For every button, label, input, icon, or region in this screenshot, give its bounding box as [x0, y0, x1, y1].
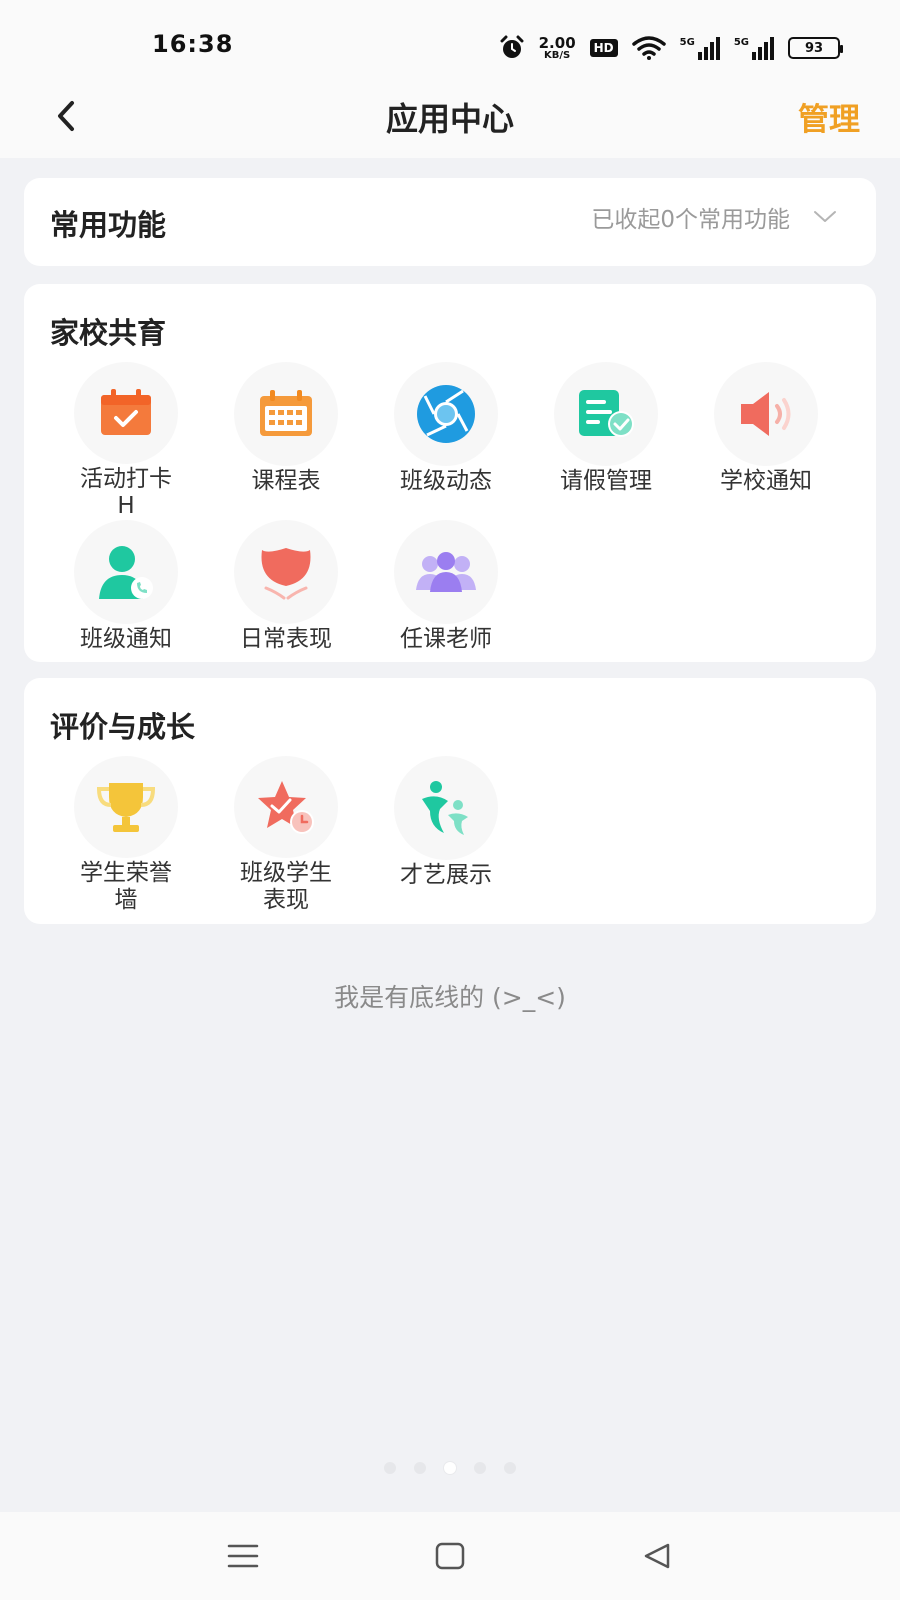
trophy-icon [96, 783, 156, 832]
app-subject-teachers[interactable]: 任课老师 [366, 520, 526, 678]
timetable-calendar-icon [260, 390, 312, 436]
evaluation-growth-apps: 学生荣誉 墙 班级学生 表现 才艺展示 [46, 756, 846, 914]
evaluation-growth-title: 评价与成长 [50, 710, 196, 744]
app-label: 才艺展示 [400, 862, 492, 888]
checkin-calendar-icon [101, 389, 151, 435]
back-button[interactable] [42, 92, 90, 140]
cellular-signal-1-icon: 5G [680, 36, 720, 60]
app-class-student-performance[interactable]: 班级学生 表现 [206, 756, 366, 914]
star-clock-icon [258, 781, 314, 834]
back-nav-button[interactable] [627, 1531, 687, 1581]
status-icons: 2.00 KB/S HD 5G 5G 93 [499, 30, 843, 66]
app-label: 学生荣誉 墙 [80, 860, 172, 913]
app-label: 学校通知 [720, 468, 812, 494]
camera-shutter-icon [417, 385, 475, 443]
app-talent-show[interactable]: 才艺展示 [366, 756, 526, 914]
chevron-left-icon [58, 101, 74, 131]
speaker-icon [741, 392, 791, 436]
home-square-icon [435, 1542, 465, 1570]
app-daily-performance[interactable]: 日常表现 [206, 520, 366, 678]
common-functions-card: 常用功能 已收起0个常用功能 [24, 178, 876, 266]
status-time: 16:38 [152, 30, 234, 58]
hd-voice-badge: HD [589, 39, 618, 57]
app-label: 班级学生 表现 [240, 860, 332, 913]
home-school-section: 家校共育 活动打卡 H 课程表 班级动态 请假管理 学校通知 班级通知 日常表现… [24, 284, 876, 662]
common-functions-status: 已收起0个常用功能 [591, 207, 790, 233]
lotus-icon [261, 548, 311, 600]
page-title: 应用中心 [385, 100, 514, 138]
battery-level: 93 [804, 40, 824, 56]
page-dot [414, 1462, 426, 1474]
app-label: 任课老师 [400, 626, 492, 652]
app-leave-management[interactable]: 请假管理 [526, 362, 686, 520]
battery-icon: 93 [788, 37, 843, 59]
app-label: 班级通知 [80, 626, 172, 652]
app-label: 班级动态 [400, 468, 492, 494]
manage-button[interactable]: 管理 [798, 94, 860, 139]
app-class-notice[interactable]: 班级通知 [46, 520, 206, 678]
back-triangle-icon [644, 1543, 669, 1569]
menu-button[interactable] [213, 1531, 273, 1581]
teachers-group-icon [416, 552, 476, 592]
page-dot [474, 1462, 486, 1474]
common-functions-toggle[interactable]: 已收起0个常用功能 [591, 200, 838, 234]
network-speed: 2.00 KB/S [538, 33, 576, 61]
home-school-title: 家校共育 [50, 316, 167, 350]
app-timetable[interactable]: 课程表 [206, 362, 366, 520]
app-activity-checkin[interactable]: 活动打卡 H [46, 362, 206, 520]
end-of-list-note: 我是有底线的 (>_<) [334, 983, 566, 1012]
talent-figures-icon [422, 781, 468, 835]
page-dot [504, 1462, 516, 1474]
app-label: 日常表现 [240, 626, 332, 652]
wifi-icon [631, 36, 666, 60]
page-indicator [0, 1462, 900, 1474]
app-school-notice[interactable]: 学校通知 [686, 362, 846, 520]
app-class-dynamics[interactable]: 班级动态 [366, 362, 526, 520]
common-functions-title: 常用功能 [50, 208, 167, 242]
status-bar: 16:38 2.00 KB/S HD 5G 5G 93 [0, 0, 900, 80]
app-label: 课程表 [251, 468, 321, 494]
app-label: 活动打卡 H [80, 466, 172, 519]
leave-document-icon [579, 390, 634, 437]
system-navigation-bar [0, 1512, 900, 1600]
app-label: 请假管理 [560, 468, 652, 494]
contact-phone-icon [99, 546, 153, 599]
app-student-honor-wall[interactable]: 学生荣誉 墙 [46, 756, 206, 914]
home-button[interactable] [420, 1531, 480, 1581]
page-dot [384, 1462, 396, 1474]
menu-icon [228, 1544, 259, 1568]
page-dot-active [444, 1462, 456, 1474]
evaluation-growth-section: 评价与成长 学生荣誉 墙 班级学生 表现 才艺展示 [24, 678, 876, 924]
chevron-down-icon [814, 211, 836, 222]
app-header: 应用中心 管理 [0, 80, 900, 158]
cellular-signal-2-icon: 5G [734, 36, 774, 60]
home-school-apps: 活动打卡 H 课程表 班级动态 请假管理 学校通知 班级通知 日常表现 任课老师 [46, 362, 846, 678]
alarm-clock-icon [500, 35, 524, 58]
